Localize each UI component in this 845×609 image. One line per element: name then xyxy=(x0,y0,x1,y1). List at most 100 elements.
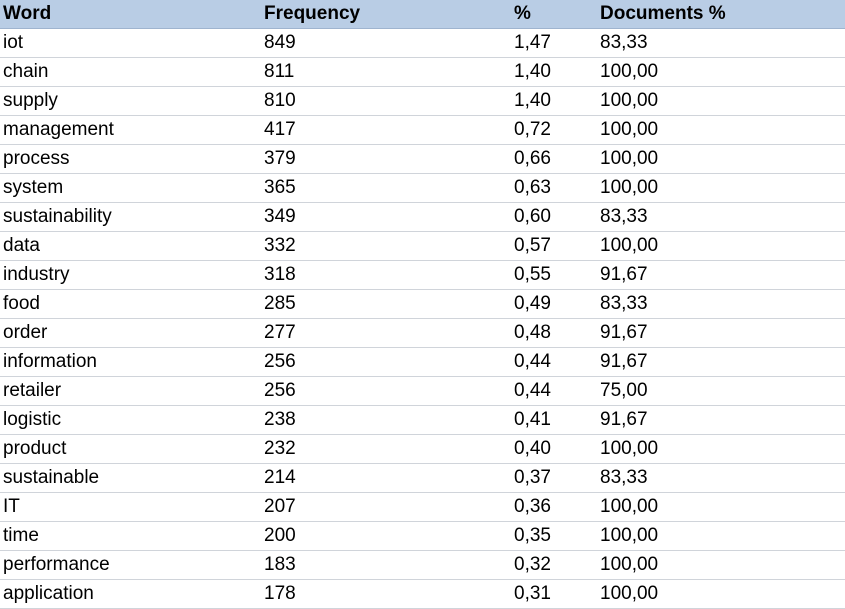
frequency-cell: 285 xyxy=(264,293,296,314)
documents-percent-cell: 100,00 xyxy=(600,119,659,140)
word-cell: iot xyxy=(3,32,24,53)
table-row[interactable]: system 365 0,63 100,00 xyxy=(0,174,845,203)
frequency-cell: 811 xyxy=(264,61,295,82)
frequency-cell: 379 xyxy=(264,148,296,169)
table-row[interactable]: supply 810 1,40 100,00 xyxy=(0,87,845,116)
percent-cell: 0,63 xyxy=(514,177,551,198)
table-row[interactable]: IT 207 0,36 100,00 xyxy=(0,493,845,522)
table-row[interactable]: retailer 256 0,44 75,00 xyxy=(0,377,845,406)
percent-cell: 0,48 xyxy=(514,322,551,343)
word-cell: logistic xyxy=(3,409,62,430)
word-cell: management xyxy=(3,119,114,140)
frequency-cell: 849 xyxy=(264,32,296,53)
column-header-frequency[interactable]: Frequency xyxy=(264,0,513,28)
percent-cell: 0,60 xyxy=(514,206,551,227)
documents-percent-cell: 100,00 xyxy=(600,235,659,256)
frequency-cell: 178 xyxy=(264,583,296,604)
documents-percent-cell: 83,33 xyxy=(600,467,648,488)
table-row[interactable]: time 200 0,35 100,00 xyxy=(0,522,845,551)
frequency-cell: 200 xyxy=(264,525,296,546)
table-row[interactable]: performance 183 0,32 100,00 xyxy=(0,551,845,580)
documents-percent-cell: 100,00 xyxy=(600,583,659,604)
column-header-word[interactable]: Word xyxy=(0,0,264,28)
table-row[interactable]: logistic 238 0,41 91,67 xyxy=(0,406,845,435)
word-cell: product xyxy=(3,438,67,459)
percent-cell: 0,49 xyxy=(514,293,551,314)
documents-percent-cell: 75,00 xyxy=(600,380,648,401)
frequency-cell: 318 xyxy=(264,264,296,285)
percent-cell: 1,40 xyxy=(514,61,551,82)
frequency-cell: 238 xyxy=(264,409,296,430)
percent-cell: 0,44 xyxy=(514,351,551,372)
frequency-cell: 349 xyxy=(264,206,296,227)
documents-percent-cell: 100,00 xyxy=(600,496,659,517)
documents-percent-cell: 91,67 xyxy=(600,322,648,343)
percent-cell: 0,57 xyxy=(514,235,551,256)
word-cell: order xyxy=(3,322,48,343)
table-row[interactable]: iot 849 1,47 83,33 xyxy=(0,29,845,58)
column-header-documents-percent[interactable]: Documents % xyxy=(600,0,845,28)
word-frequency-table: Word Frequency % Documents % iot 849 1,47 8… xyxy=(0,0,845,609)
percent-cell: 0,72 xyxy=(514,119,551,140)
word-cell: process xyxy=(3,148,70,169)
frequency-cell: 277 xyxy=(264,322,296,343)
percent-cell: 0,40 xyxy=(514,438,551,459)
frequency-cell: 365 xyxy=(264,177,296,198)
documents-percent-cell: 91,67 xyxy=(600,264,648,285)
percent-cell: 0,35 xyxy=(514,525,551,546)
documents-percent-cell: 100,00 xyxy=(600,554,659,575)
percent-cell: 0,37 xyxy=(514,467,551,488)
word-cell: supply xyxy=(3,90,58,111)
percent-cell: 0,36 xyxy=(514,496,551,517)
documents-percent-cell: 83,33 xyxy=(600,293,648,314)
frequency-cell: 332 xyxy=(264,235,296,256)
frequency-cell: 207 xyxy=(264,496,296,517)
table-row[interactable]: management 417 0,72 100,00 xyxy=(0,116,845,145)
frequency-cell: 214 xyxy=(264,467,296,488)
table-row[interactable]: process 379 0,66 100,00 xyxy=(0,145,845,174)
percent-cell: 0,41 xyxy=(514,409,551,430)
percent-cell: 0,32 xyxy=(514,554,551,575)
documents-percent-cell: 100,00 xyxy=(600,525,659,546)
percent-cell: 1,47 xyxy=(514,32,551,53)
word-cell: time xyxy=(3,525,39,546)
frequency-cell: 232 xyxy=(264,438,296,459)
percent-cell: 1,40 xyxy=(514,90,551,111)
word-cell: industry xyxy=(3,264,70,285)
column-header-percent[interactable]: % xyxy=(513,0,600,28)
table-header-row: Word Frequency % Documents % xyxy=(0,0,845,29)
table-row[interactable]: sustainability 349 0,60 83,33 xyxy=(0,203,845,232)
frequency-cell: 417 xyxy=(264,119,296,140)
percent-cell: 0,44 xyxy=(514,380,551,401)
documents-percent-cell: 91,67 xyxy=(600,409,648,430)
word-cell: information xyxy=(3,351,97,372)
documents-percent-cell: 100,00 xyxy=(600,61,659,82)
word-cell: food xyxy=(3,293,40,314)
frequency-cell: 256 xyxy=(264,380,296,401)
documents-percent-cell: 100,00 xyxy=(600,438,659,459)
table-row[interactable]: food 285 0,49 83,33 xyxy=(0,290,845,319)
table-row[interactable]: data 332 0,57 100,00 xyxy=(0,232,845,261)
documents-percent-cell: 83,33 xyxy=(600,32,648,53)
table-row[interactable]: sustainable 214 0,37 83,33 xyxy=(0,464,845,493)
table-row[interactable]: order 277 0,48 91,67 xyxy=(0,319,845,348)
table-body: iot 849 1,47 83,33 chain 811 1,40 100,00 supply 8… xyxy=(0,29,845,609)
table-row[interactable]: product 232 0,40 100,00 xyxy=(0,435,845,464)
table-row[interactable]: industry 318 0,55 91,67 xyxy=(0,261,845,290)
word-cell: data xyxy=(3,235,40,256)
documents-percent-cell: 100,00 xyxy=(600,90,659,111)
documents-percent-cell: 83,33 xyxy=(600,206,648,227)
word-cell: retailer xyxy=(3,380,62,401)
word-cell: performance xyxy=(3,554,110,575)
word-cell: sustainability xyxy=(3,206,112,227)
frequency-cell: 256 xyxy=(264,351,296,372)
documents-percent-cell: 91,67 xyxy=(600,351,648,372)
documents-percent-cell: 100,00 xyxy=(600,177,659,198)
word-cell: chain xyxy=(3,61,49,82)
table-row[interactable]: chain 811 1,40 100,00 xyxy=(0,58,845,87)
table-row[interactable]: information 256 0,44 91,67 xyxy=(0,348,845,377)
percent-cell: 0,66 xyxy=(514,148,551,169)
table-row[interactable]: application 178 0,31 100,00 xyxy=(0,580,845,609)
word-cell: IT xyxy=(3,496,20,517)
word-cell: sustainable xyxy=(3,467,100,488)
